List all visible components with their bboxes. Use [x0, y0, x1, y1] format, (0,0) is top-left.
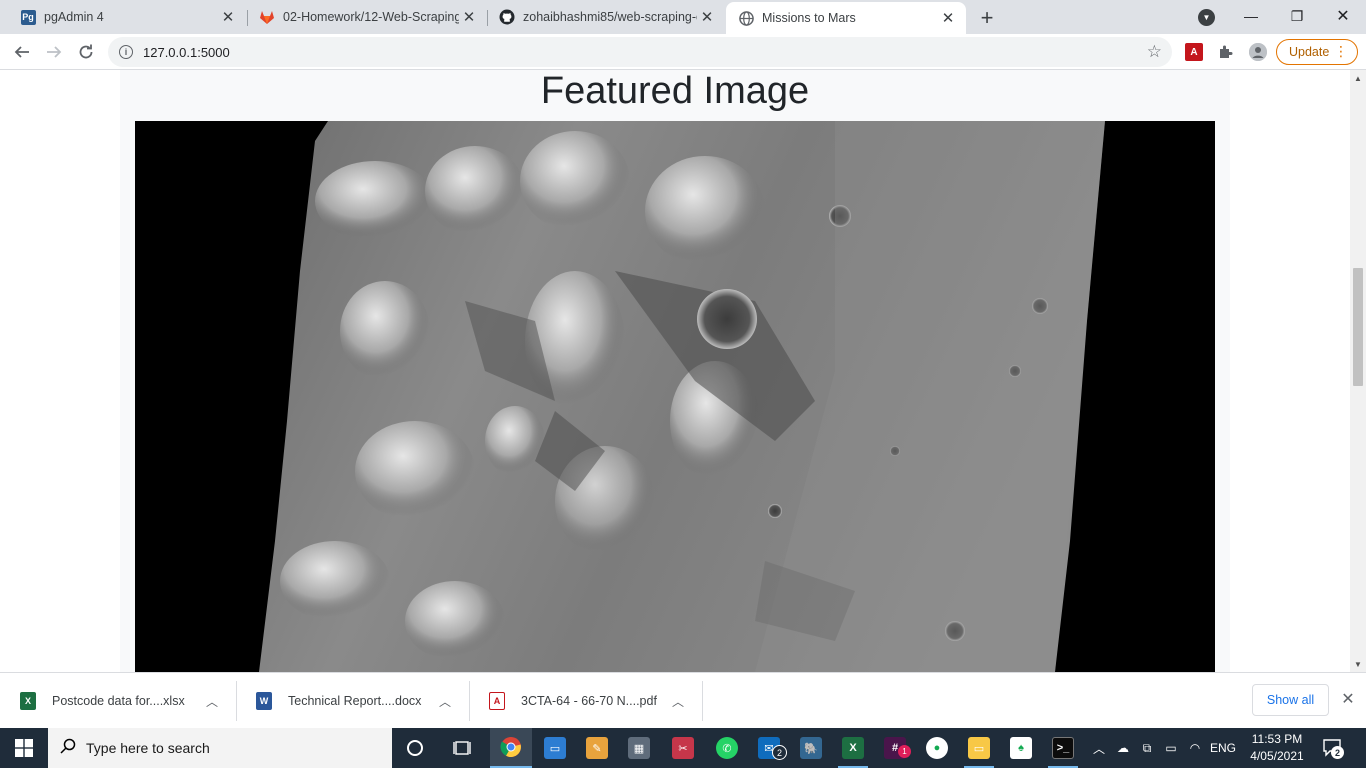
slack-icon[interactable]: # 1	[874, 728, 916, 768]
remote-desktop-icon[interactable]: ▭	[534, 728, 576, 768]
notification-count-badge: 2	[1331, 746, 1344, 759]
reload-icon	[79, 44, 93, 59]
whatsapp-icon[interactable]: ✆	[706, 728, 748, 768]
back-arrow-icon	[14, 46, 29, 58]
action-center-icon[interactable]: 2	[1322, 737, 1344, 759]
download-filename: 3CTA-64 - 66-70 N....pdf	[521, 694, 657, 708]
mail-badge: 2	[772, 745, 787, 760]
tab-title: Missions to Mars	[762, 11, 856, 25]
task-view-icon[interactable]	[442, 728, 484, 768]
featured-image-section: Featured Image	[120, 70, 1230, 672]
page-viewport: Featured Image	[0, 70, 1350, 672]
globe-icon	[738, 10, 754, 26]
taskbar-search-box[interactable]: Type here to search	[48, 728, 392, 768]
bookmark-star-icon[interactable]: ☆	[1147, 42, 1162, 62]
windows-logo-icon	[15, 739, 33, 757]
close-icon[interactable]: ✕	[938, 8, 958, 28]
update-button[interactable]: Update ⋮	[1276, 39, 1358, 65]
excel-taskbar-icon[interactable]: X	[832, 728, 874, 768]
download-shelf: X Postcode data for....xlsx ︿ W Technica…	[0, 672, 1366, 728]
mail-icon[interactable]: ✉ 2	[748, 728, 790, 768]
tab-title: pgAdmin 4	[44, 10, 104, 24]
onedrive-cloud-icon[interactable]: ☁	[1112, 728, 1134, 768]
tab-title: 02-Homework/12-Web-Scraping	[283, 10, 459, 24]
slack-badge: 1	[898, 745, 911, 758]
browser-toolbar: i 127.0.0.1:5000 ☆ A Update ⋮	[0, 34, 1366, 70]
clock-time: 11:53 PM	[1251, 732, 1303, 746]
download-item[interactable]: X Postcode data for....xlsx ︿	[0, 679, 236, 723]
tab-title: zohaibhashmi85/web-scraping-c	[523, 10, 697, 24]
site-info-icon[interactable]: i	[119, 45, 133, 59]
excel-file-icon: X	[20, 692, 36, 710]
download-divider	[702, 681, 703, 721]
gitlab-icon	[259, 9, 275, 25]
start-button[interactable]	[0, 728, 48, 768]
chevron-up-icon[interactable]: ︿	[202, 693, 222, 710]
tab-homework[interactable]: 02-Homework/12-Web-Scraping ✕	[247, 0, 487, 34]
mongodb-compass-icon[interactable]: ●	[916, 728, 958, 768]
new-tab-button[interactable]: +	[975, 5, 999, 30]
network-share-icon[interactable]: ⧉	[1136, 728, 1158, 768]
scrollbar-thumb[interactable]	[1353, 268, 1363, 386]
featured-image-heading: Featured Image	[540, 70, 810, 112]
url-text[interactable]: 127.0.0.1:5000	[143, 45, 230, 60]
forward-button[interactable]	[40, 38, 68, 66]
chrome-taskbar-icon[interactable]	[490, 728, 532, 768]
snipping-tool-icon[interactable]: ✂	[662, 728, 704, 768]
pgadmin-icon: Pg	[20, 9, 36, 25]
window-close-button[interactable]: ✕	[1320, 0, 1366, 32]
tab-github[interactable]: zohaibhashmi85/web-scraping-c ✕	[487, 0, 725, 34]
github-icon	[499, 9, 515, 25]
search-icon	[60, 738, 76, 759]
pdf-file-icon: A	[489, 692, 505, 710]
tab-pgadmin[interactable]: Pg pgAdmin 4 ✕	[8, 0, 246, 34]
browser-tabstrip: Pg pgAdmin 4 ✕ 02-Homework/12-Web-Scrapi…	[0, 0, 1366, 34]
forward-arrow-icon	[47, 46, 62, 58]
close-icon[interactable]: ✕	[459, 7, 479, 27]
tab-search-icon[interactable]: ▼	[1198, 9, 1215, 26]
featured-mars-image[interactable]	[135, 121, 1215, 672]
adobe-pdf-extension-icon[interactable]: A	[1185, 43, 1203, 61]
close-icon[interactable]: ✕	[218, 7, 238, 27]
search-placeholder: Type here to search	[86, 740, 210, 756]
restore-button[interactable]: ❐	[1274, 0, 1320, 32]
tray-overflow-chevron-icon[interactable]: ︿	[1090, 728, 1108, 768]
close-icon[interactable]: ✕	[697, 7, 717, 27]
page-scrollbar[interactable]: ▲ ▼	[1350, 70, 1366, 672]
word-file-icon: W	[256, 692, 272, 710]
show-all-downloads-button[interactable]: Show all	[1252, 684, 1329, 716]
update-label: Update	[1289, 45, 1330, 59]
cortana-icon[interactable]	[394, 728, 436, 768]
minimize-button[interactable]: ―	[1228, 0, 1274, 32]
chevron-up-icon[interactable]: ︿	[668, 693, 688, 710]
tab-missions-to-mars[interactable]: Missions to Mars ✕	[726, 2, 966, 34]
system-clock[interactable]: 11:53 PM 4/05/2021	[1242, 731, 1312, 765]
address-bar[interactable]: i 127.0.0.1:5000 ☆	[108, 37, 1172, 67]
paint-icon[interactable]: ✎	[576, 728, 618, 768]
calculator-icon[interactable]: ▦	[618, 728, 660, 768]
profile-avatar-icon[interactable]	[1249, 43, 1267, 61]
download-filename: Technical Report....docx	[288, 694, 422, 708]
scroll-up-icon[interactable]: ▲	[1350, 70, 1366, 86]
clock-date: 4/05/2021	[1250, 749, 1304, 763]
wifi-icon[interactable]: ◠	[1184, 728, 1206, 768]
close-icon[interactable]: ✕	[1338, 689, 1358, 709]
scroll-down-icon[interactable]: ▼	[1350, 656, 1366, 672]
download-item[interactable]: A 3CTA-64 - 66-70 N....pdf ︿	[469, 679, 702, 723]
menu-kebab-icon: ⋮	[1334, 43, 1348, 59]
terminal-icon[interactable]: >_	[1042, 728, 1084, 768]
windows-taskbar: Type here to search ▭ ✎ ▦ ✂ ✆ ✉ 2 🐘 X # …	[0, 728, 1366, 768]
back-button[interactable]	[8, 38, 36, 66]
language-indicator[interactable]: ENG	[1208, 728, 1238, 768]
download-item[interactable]: W Technical Report....docx ︿	[236, 679, 469, 723]
mongodb-leaf-icon[interactable]: ♠	[1000, 728, 1042, 768]
file-explorer-icon[interactable]: ▭	[958, 728, 1000, 768]
download-filename: Postcode data for....xlsx	[52, 694, 185, 708]
reload-button[interactable]	[72, 38, 100, 66]
extensions-puzzle-icon[interactable]	[1217, 43, 1235, 61]
chevron-up-icon[interactable]: ︿	[435, 693, 455, 710]
mars-surface-image	[135, 121, 1215, 672]
pgadmin-elephant-icon[interactable]: 🐘	[790, 728, 832, 768]
battery-icon[interactable]: ▭	[1160, 728, 1182, 768]
